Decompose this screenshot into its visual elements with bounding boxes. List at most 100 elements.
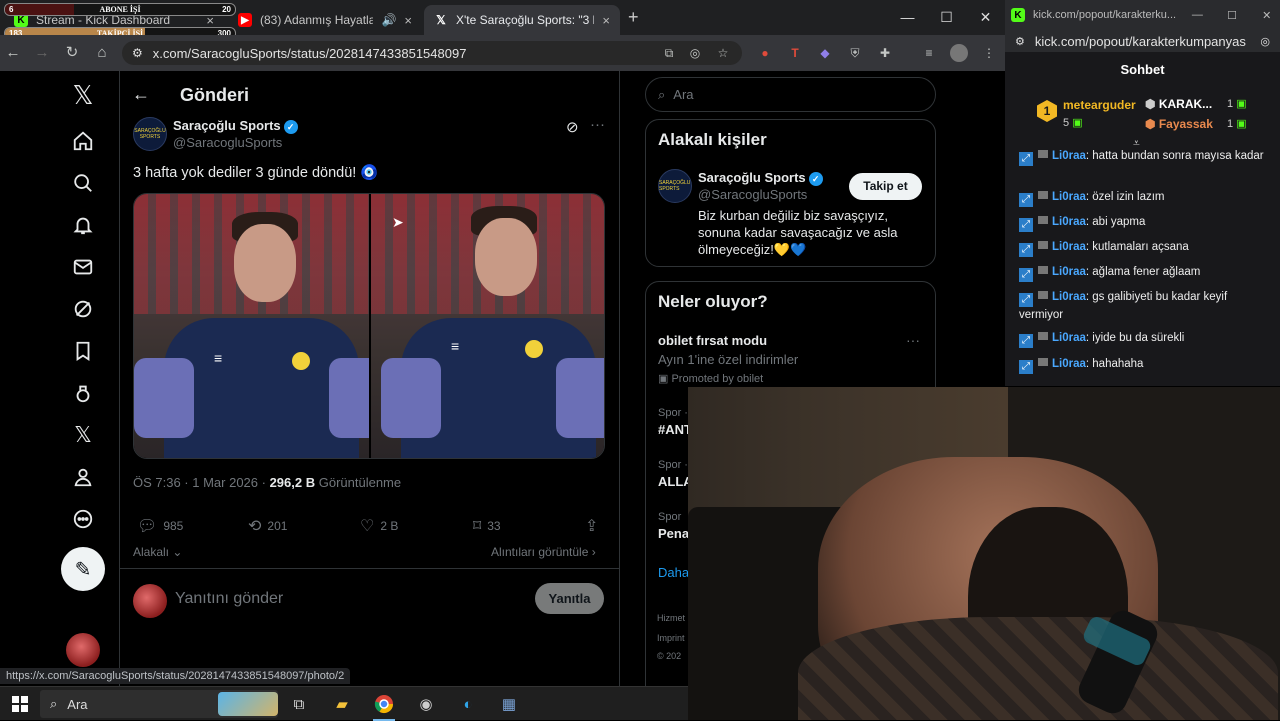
extension-shield-icon[interactable]: ⛨ (846, 44, 864, 62)
back-arrow-icon[interactable]: ← (132, 84, 150, 105)
post-time[interactable]: ÖS 7:36 · 1 Mar 2026 · (133, 475, 270, 490)
trend-name[interactable]: Pena (658, 526, 689, 541)
eye-off-icon[interactable]: ◎ (1260, 35, 1270, 48)
view-quotes-link[interactable]: Alıntıları görüntüle › (491, 545, 596, 559)
eye-off-icon[interactable]: ◎ (686, 44, 704, 62)
edge-icon[interactable]: ◐ (456, 692, 480, 716)
home-icon[interactable] (66, 124, 100, 158)
premium-icon[interactable]: 𝕏 (66, 418, 100, 452)
media-control-icon[interactable]: ≡ (920, 44, 938, 62)
audio-playing-icon[interactable]: 🔊 (381, 13, 396, 27)
tab-close-icon[interactable]: × (404, 13, 412, 28)
chat-message[interactable]: ⤢ Li0raa: özel izin lazım (1019, 189, 1274, 207)
bookmark-action[interactable]: ⌑ 33 (473, 516, 501, 536)
chat-username: Li0raa (1052, 266, 1086, 278)
trend-name[interactable]: #ANT (658, 422, 692, 437)
jobs-icon[interactable] (66, 376, 100, 410)
extensions-puzzle-icon[interactable]: ✚ (876, 44, 894, 62)
post-meta: ÖS 7:36 · 1 Mar 2026 · 296,2 B Görüntüle… (133, 475, 401, 490)
reply-action[interactable]: 💬︎ 985 (137, 516, 183, 536)
author-handle[interactable]: @SaracogluSports (173, 135, 282, 150)
maximize-icon[interactable]: ☐ (927, 0, 966, 35)
reply-button[interactable]: Yanıtla (535, 583, 604, 614)
follow-button[interactable]: Takip et (849, 173, 922, 200)
site-info-icon[interactable]: ⚙ (132, 46, 143, 60)
back-icon[interactable]: ← (3, 43, 23, 63)
address-bar[interactable]: ⚙ x.com/SaracogluSports/status/202814743… (122, 41, 742, 65)
taskbar-search[interactable]: ⌕ Ara (40, 690, 278, 718)
show-more-link[interactable]: Daha (658, 565, 689, 580)
gifter-3[interactable]: ⬢ Fayassak (1145, 117, 1213, 131)
bookmarks-icon[interactable] (66, 334, 100, 368)
install-app-icon[interactable]: ⧉ (660, 44, 678, 62)
chat-message[interactable]: ⤢ Li0raa: iyide bu da sürekli (1019, 330, 1274, 348)
chat-message[interactable]: ⤢ Li0raa: kutlamaları açsana (1019, 239, 1274, 257)
close-window-icon[interactable]: ✕ (1253, 9, 1280, 22)
suggested-avatar[interactable]: SARAÇOĞLU SPORTS (658, 169, 692, 203)
chrome-icon[interactable] (372, 692, 396, 716)
extension-tp-icon[interactable]: T (786, 44, 804, 62)
chat-message[interactable]: ⤢ Li0raa: hatta bundan sonra mayısa kadar (1019, 148, 1274, 166)
repost-action[interactable]: ⟲ 201 (248, 516, 287, 536)
post-media[interactable]: ≡ ≡ (133, 193, 605, 459)
grok-explain-icon[interactable]: ⊘ (566, 118, 579, 136)
suggested-name[interactable]: Saraçoğlu Sports ✓ (698, 170, 823, 186)
windows-start-icon[interactable] (8, 692, 32, 716)
sort-label: Alakalı (133, 545, 170, 559)
photo-1[interactable]: ≡ (134, 194, 369, 458)
compose-post-button[interactable]: ✎ (61, 547, 105, 591)
reply-input[interactable]: Yanıtını gönder (175, 590, 283, 608)
chat-message[interactable]: ⤢ Li0raa: ağlama fener ağlaam (1019, 264, 1274, 282)
profile-icon[interactable] (66, 460, 100, 494)
menu-kebab-icon[interactable]: ⋮ (980, 44, 998, 62)
footer-link[interactable]: Imprint (657, 633, 685, 643)
site-info-icon[interactable]: ⚙ (1015, 35, 1025, 48)
footer-link[interactable]: Hizmet (657, 613, 685, 623)
file-explorer-icon[interactable]: ▰ (330, 692, 354, 716)
forward-icon[interactable]: → (32, 43, 52, 63)
popout-address-bar[interactable]: ⚙ kick.com/popout/karakterkumpanyas ◎ (1005, 30, 1280, 52)
minimize-icon[interactable]: — (888, 0, 927, 35)
search-input[interactable]: ⌕ Ara (645, 77, 936, 112)
messages-icon[interactable] (66, 250, 100, 284)
gifter-2[interactable]: ⬢ KARAK... (1145, 97, 1212, 111)
profile-avatar[interactable] (950, 44, 968, 62)
calculator-icon[interactable]: ▦ (497, 692, 521, 716)
author-avatar[interactable]: SARAÇOĞLU SPORTS (133, 117, 167, 151)
account-avatar[interactable] (66, 633, 100, 667)
promo-title[interactable]: obilet fırsat modu (658, 333, 767, 348)
obs-icon[interactable]: ◉ (414, 692, 438, 716)
tab-youtube[interactable]: ▶ (83) Adanmış Hayatların Un 🔊 × (228, 5, 422, 35)
notifications-icon[interactable] (66, 208, 100, 242)
extension-fox-icon[interactable]: ● (756, 44, 774, 62)
extension-discord-icon[interactable]: ◆ (816, 44, 834, 62)
tab-x-post[interactable]: 𝕏 X'te Saraçoğlu Sports: "3 hafta × (424, 5, 620, 35)
close-window-icon[interactable]: ✕ (966, 0, 1005, 35)
more-options-icon[interactable]: ··· (590, 116, 605, 133)
home-icon[interactable]: ⌂ (92, 43, 112, 63)
maximize-icon[interactable]: ☐ (1219, 9, 1246, 22)
chat-message[interactable]: ⤢ Li0raa: hahahaha (1019, 356, 1274, 374)
bookmark-star-icon[interactable]: ☆ (714, 44, 732, 62)
author-name[interactable]: Saraçoğlu Sports ✓ (173, 118, 298, 134)
chat-messages: ⤢ Li0raa: hatta bundan sonra mayısa kadar… (1005, 150, 1280, 386)
like-action[interactable]: ♡ 2 B (360, 516, 398, 536)
sort-replies-dropdown[interactable]: Alakalı ⌄ (133, 545, 182, 559)
grok-icon[interactable] (66, 292, 100, 326)
task-view-icon[interactable]: ⧉ (287, 692, 311, 716)
reload-icon[interactable]: ↻ (62, 43, 82, 63)
x-logo-icon[interactable]: 𝕏 (66, 78, 100, 112)
photo-2[interactable]: ≡ (371, 194, 604, 458)
chat-username: Li0raa (1052, 150, 1086, 162)
share-action[interactable]: ⇪ (585, 516, 598, 536)
more-icon[interactable] (66, 502, 100, 536)
chat-message[interactable]: ⤢ Li0raa: gs galibiyeti bu kadar keyif ve… (1019, 289, 1274, 324)
chat-message[interactable]: ⤢ Li0raa: abi yapma (1019, 214, 1274, 232)
promo-more-icon[interactable]: ··· (906, 332, 920, 348)
minimize-icon[interactable]: — (1184, 9, 1211, 21)
new-tab-button[interactable]: + (628, 7, 639, 28)
tab-close-icon[interactable]: × (602, 13, 610, 28)
explore-icon[interactable] (66, 166, 100, 200)
top-gifter-name[interactable]: metearguder (1063, 98, 1136, 112)
suggested-handle[interactable]: @SaracogluSports (698, 187, 807, 202)
